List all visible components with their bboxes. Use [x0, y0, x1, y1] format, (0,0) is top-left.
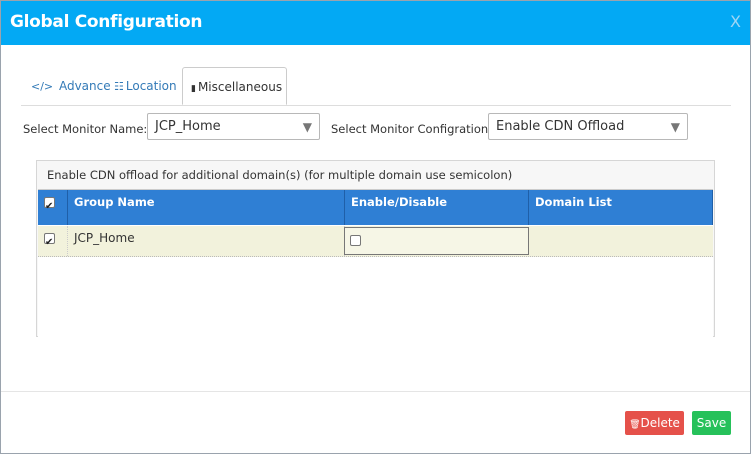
- monitor-name-select[interactable]: JCP_Home ▼: [147, 113, 320, 140]
- header-select-cell: [38, 190, 68, 225]
- dialog-titlebar: Global Configuration X: [1, 1, 750, 45]
- trash-icon: 🗑: [629, 420, 641, 430]
- footer-divider: [1, 391, 750, 392]
- chevron-down-icon: ▼: [302, 120, 312, 134]
- column-header-domain-list[interactable]: Domain List: [529, 190, 713, 225]
- sliders-icon: ☷: [114, 80, 124, 93]
- column-header-enable-disable[interactable]: Enable/Disable: [345, 190, 529, 225]
- panel-caption: Enable CDN offload for additional domain…: [47, 168, 513, 182]
- domain-list-cell[interactable]: [529, 226, 713, 256]
- enable-checkbox[interactable]: [350, 235, 361, 246]
- tab-miscellaneous-label: Miscellaneous: [197, 80, 283, 94]
- monitor-name-value: JCP_Home: [155, 119, 221, 134]
- close-icon[interactable]: X: [730, 12, 741, 31]
- tab-location[interactable]: ☷ Location: [114, 67, 177, 105]
- tab-advance[interactable]: </> Advance: [31, 67, 111, 105]
- enable-disable-cell[interactable]: [344, 227, 529, 255]
- save-button[interactable]: Save: [692, 411, 731, 435]
- delete-button-label: Delete: [640, 416, 680, 430]
- monitor-name-label: Select Monitor Name:: [23, 122, 148, 136]
- cdn-offload-panel: Enable CDN offload for additional domain…: [36, 160, 715, 337]
- delete-button[interactable]: 🗑Delete: [625, 411, 684, 435]
- monitor-config-select[interactable]: Enable CDN Offload ▼: [488, 113, 688, 140]
- monitor-config-label: Select Monitor Configration:: [331, 122, 493, 136]
- tab-location-label: Location: [125, 79, 177, 93]
- tab-advance-label: Advance: [58, 79, 111, 93]
- row-select-cell: [38, 226, 68, 256]
- domain-grid: Group Name Enable/Disable Domain List JC…: [38, 189, 713, 337]
- monitor-config-value: Enable CDN Offload: [496, 119, 625, 134]
- table-row[interactable]: JCP_Home: [38, 226, 713, 257]
- tab-miscellaneous[interactable]: ▮ Miscellaneous: [182, 67, 287, 105]
- dialog-title: Global Configuration: [10, 12, 203, 32]
- select-all-checkbox[interactable]: [44, 195, 55, 219]
- column-header-group-name[interactable]: Group Name: [68, 190, 345, 225]
- grid-header: Group Name Enable/Disable Domain List: [38, 190, 713, 225]
- code-icon: </>: [31, 80, 54, 93]
- tab-bar: </> Advance ☷ Location ▮ Miscellaneous: [21, 67, 731, 106]
- row-select-checkbox[interactable]: [44, 231, 55, 255]
- group-name-cell: JCP_Home: [68, 226, 345, 256]
- chevron-down-icon: ▼: [670, 120, 680, 134]
- global-configuration-dialog: Global Configuration X </> Advance ☷ Loca…: [0, 0, 751, 454]
- book-icon: ▮: [191, 84, 196, 94]
